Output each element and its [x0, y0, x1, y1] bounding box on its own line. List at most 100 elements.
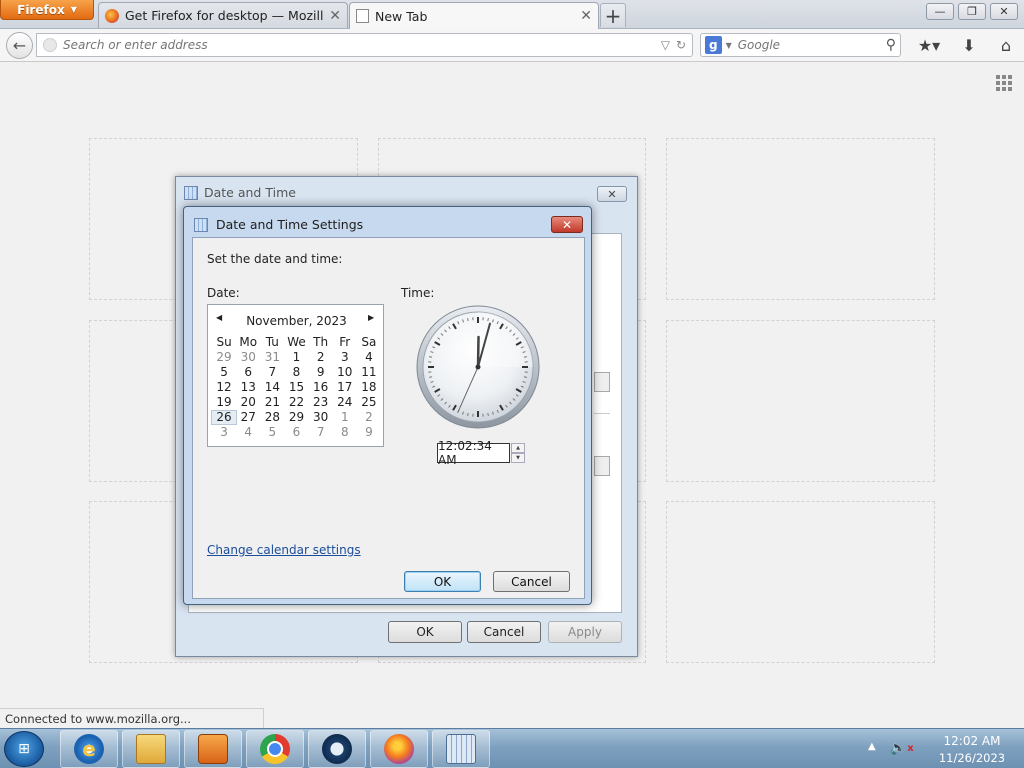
spin-up-icon[interactable]: ▲	[511, 443, 525, 453]
calendar-day[interactable]: 17	[333, 381, 357, 394]
cancel-button[interactable]: Cancel	[467, 621, 541, 643]
dialog-close-button[interactable]: ✕	[551, 216, 583, 233]
calendar-day[interactable]: 9	[309, 366, 333, 379]
calendar-day[interactable]: 2	[357, 411, 381, 424]
calendar-day[interactable]: 25	[357, 396, 381, 409]
google-icon[interactable]: g	[705, 36, 722, 54]
calendar-day[interactable]: 4	[236, 426, 260, 439]
previous-month-icon[interactable]: ◀	[216, 313, 222, 322]
calendar-day[interactable]: 22	[284, 396, 308, 409]
calendar-day[interactable]: 6	[284, 426, 308, 439]
next-month-icon[interactable]: ▶	[368, 313, 374, 322]
reload-icon[interactable]: ↻	[676, 38, 686, 52]
calendar-day[interactable]: 27	[236, 411, 260, 424]
new-tab-tile[interactable]	[666, 138, 935, 300]
calendar-day[interactable]: 8	[284, 366, 308, 379]
bookmarks-star-icon[interactable]: ★▾	[912, 35, 946, 55]
calendar-day[interactable]: 14	[260, 381, 284, 394]
calendar-day[interactable]: 31	[260, 351, 284, 364]
dropdown-arrow-icon[interactable]: ▽	[661, 38, 670, 52]
taskbar-internet-explorer[interactable]: e	[60, 730, 118, 768]
calendar-day[interactable]: 23	[309, 396, 333, 409]
search-input[interactable]	[737, 38, 886, 52]
taskbar-date-and-time[interactable]	[432, 730, 490, 768]
chevron-down-icon[interactable]: ▼	[726, 41, 732, 50]
address-bar[interactable]: ▽ ↻	[36, 33, 693, 57]
change-date-button-edge[interactable]	[594, 372, 610, 392]
new-tab-tile[interactable]	[666, 501, 935, 663]
download-icon[interactable]: ⬇	[958, 35, 980, 55]
window-maximize-button[interactable]: ❐	[958, 3, 986, 20]
new-tab-button[interactable]: +	[600, 3, 626, 28]
calendar-day[interactable]: 29	[284, 411, 308, 424]
change-timezone-button-edge[interactable]	[594, 456, 610, 476]
calendar-month-title[interactable]: November, 2023	[208, 314, 385, 328]
blank-page-icon	[356, 9, 369, 23]
new-tab-tile[interactable]	[666, 320, 935, 482]
tile-grid-icon[interactable]	[996, 75, 1012, 91]
calendar-day[interactable]: 5	[260, 426, 284, 439]
start-button[interactable]: ⊞	[4, 731, 44, 767]
spin-down-icon[interactable]: ▼	[511, 453, 525, 463]
calendar-day[interactable]: 21	[260, 396, 284, 409]
calendar-day[interactable]: 1	[284, 351, 308, 364]
show-hidden-icons-icon[interactable]: ▲	[868, 741, 876, 752]
calendar-day[interactable]: 10	[333, 366, 357, 379]
ok-button[interactable]: OK	[388, 621, 462, 643]
cancel-button[interactable]: Cancel	[493, 571, 570, 592]
apply-button[interactable]: Apply	[548, 621, 622, 643]
calendar-day[interactable]: 9	[357, 426, 381, 439]
calendar-day[interactable]: 3	[212, 426, 236, 439]
taskbar-steam[interactable]	[308, 730, 366, 768]
search-icon[interactable]: ⚲	[886, 37, 896, 53]
taskbar-clock-date[interactable]: 11/26/2023	[930, 751, 1014, 765]
dialog-close-button[interactable]: ✕	[597, 186, 627, 202]
calendar-day[interactable]: 28	[260, 411, 284, 424]
calendar-day[interactable]: 18	[357, 381, 381, 394]
taskbar-clock-time[interactable]: 12:02 AM	[930, 734, 1014, 748]
calendar-day[interactable]: 6	[236, 366, 260, 379]
calendar: November, 2023 ◀ ▶ Su Mo Tu We Th Fr Sa 29 30 31 1…	[207, 304, 384, 447]
tab-new-tab[interactable]: New Tab ✕	[349, 2, 599, 29]
tab-close-icon[interactable]: ✕	[580, 8, 592, 24]
calendar-day[interactable]: 7	[309, 426, 333, 439]
address-input[interactable]	[63, 38, 655, 52]
calendar-day[interactable]: 4	[357, 351, 381, 364]
taskbar-firefox[interactable]	[370, 730, 428, 768]
tab-get-firefox[interactable]: Get Firefox for desktop — Mozilla (US) ✕	[98, 2, 348, 28]
calendar-day[interactable]: 11	[357, 366, 381, 379]
calendar-day[interactable]: 19	[212, 396, 236, 409]
calendar-day[interactable]: 15	[284, 381, 308, 394]
search-bar[interactable]: g ▼ ⚲	[700, 33, 901, 57]
calendar-day[interactable]: 26	[210, 410, 238, 425]
time-input[interactable]: 12:02:34 AM	[437, 439, 510, 467]
calendar-day[interactable]: 29	[212, 351, 236, 364]
tab-close-icon[interactable]: ✕	[329, 8, 341, 24]
calendar-day[interactable]: 30	[309, 411, 333, 424]
calendar-day[interactable]: 1	[333, 411, 357, 424]
calendar-day[interactable]: 8	[333, 426, 357, 439]
time-spinner[interactable]: ▲ ▼	[511, 443, 525, 463]
change-calendar-settings-link[interactable]: Change calendar settings	[207, 543, 361, 557]
firefox-menu-button[interactable]: Firefox ▼	[0, 0, 94, 20]
taskbar-windows-explorer[interactable]	[122, 730, 180, 768]
calendar-day[interactable]: 16	[309, 381, 333, 394]
calendar-day[interactable]: 24	[333, 396, 357, 409]
calendar-day[interactable]: 2	[309, 351, 333, 364]
calendar-day[interactable]: 3	[333, 351, 357, 364]
back-button[interactable]: ←	[6, 32, 33, 59]
taskbar-chrome[interactable]	[246, 730, 304, 768]
clock-minute-tick	[523, 376, 528, 378]
calendar-day[interactable]: 20	[236, 396, 260, 409]
window-close-button[interactable]: ✕	[990, 3, 1018, 20]
calendar-day[interactable]: 13	[236, 381, 260, 394]
calendar-day[interactable]: 7	[260, 366, 284, 379]
window-minimize-button[interactable]: —	[926, 3, 954, 20]
volume-muted-icon[interactable]: 🔈 x	[890, 740, 914, 756]
taskbar-media-player[interactable]	[184, 730, 242, 768]
home-icon[interactable]: ⌂	[994, 35, 1018, 55]
calendar-day[interactable]: 5	[212, 366, 236, 379]
calendar-day[interactable]: 30	[236, 351, 260, 364]
calendar-day[interactable]: 12	[212, 381, 236, 394]
ok-button[interactable]: OK	[404, 571, 481, 592]
